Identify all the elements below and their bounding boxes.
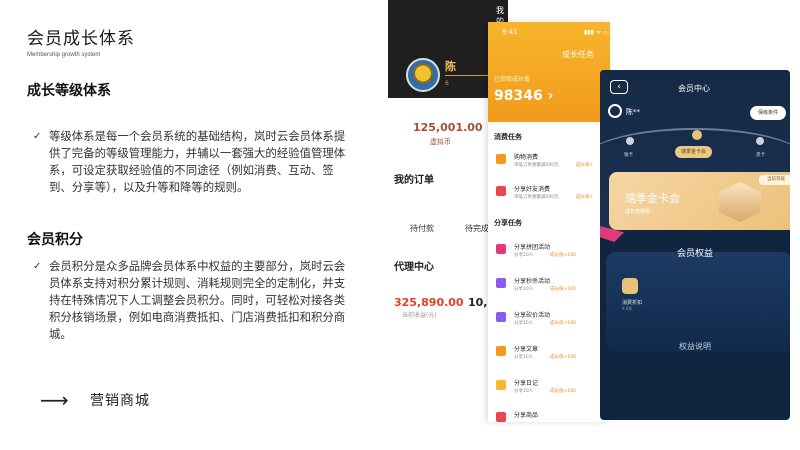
bag-icon	[496, 154, 506, 164]
growth-points[interactable]: 98346 ›	[494, 88, 553, 104]
task-desc: 单笔订单金额满500元	[514, 163, 559, 168]
section-heading-points: 会员积分	[27, 232, 83, 248]
level-node	[756, 137, 764, 145]
level-label: 黑卡	[756, 153, 765, 158]
task-item[interactable]: 分享砍价活动 分享10人 成长值+100	[494, 308, 610, 336]
tab-to-complete[interactable]: 待完成	[465, 223, 489, 234]
user-level: 6	[445, 80, 449, 87]
member-center-header: ‹ 会员中心 陈** 保级条件 银卡 瑞季金卡会 黑卡 瑞季金卡会 成长值规则 …	[600, 70, 790, 230]
avatar[interactable]	[406, 58, 440, 92]
gift-icon	[496, 186, 506, 196]
task-reward: 成长值+	[576, 163, 594, 168]
membership-card[interactable]: 瑞季金卡会 成长值规则 › 当前等级	[609, 172, 790, 230]
task-item[interactable]: 分享秒杀活动 分享10人 成长值+100	[494, 274, 610, 302]
member-center-title: 会员中心	[678, 84, 710, 93]
task-reward: 成长值+100	[550, 321, 576, 326]
tasks-title: 成长任务	[562, 50, 594, 59]
task-item[interactable]: 分享日记 分享10人 成长值+100	[494, 376, 610, 404]
user-name: 陈	[445, 60, 456, 73]
task-item[interactable]: 分享拼团活动 分享10人 成长值+100	[494, 240, 610, 268]
earned-label: 已获取成长值	[494, 76, 531, 83]
level-badge-icon	[719, 182, 761, 222]
rights-explain-link[interactable]: 权益说明	[600, 341, 790, 352]
current-level-badge: 瑞季金卡会	[675, 146, 713, 158]
task-name: 购物消费	[514, 154, 539, 161]
tasks-header: 9:41 ▮▮▮ ᯤ ▭ 成长任务 已获取成长值 98346 ›	[488, 22, 610, 122]
page-title: 会员成长体系	[27, 29, 135, 49]
task-desc: 分享10人	[514, 287, 534, 292]
task-item[interactable]: 分享好友消费 单笔订单金额满500元 成长值+	[494, 182, 610, 210]
task-desc: 分享10人	[514, 389, 534, 394]
status-signal-icon: ▮▮▮ ᯤ ▭	[584, 29, 609, 36]
task-name: 分享日记	[514, 380, 539, 387]
keep-level-conditions-button[interactable]: 保级条件	[750, 106, 786, 120]
user-name: 陈**	[626, 108, 640, 116]
phone-tasks-screen: 9:41 ▮▮▮ ᯤ ▭ 成长任务 已获取成长值 98346 › 消费任务 购物…	[488, 22, 610, 422]
level-label: 银卡	[624, 153, 633, 158]
arrow-right-icon: ⟶	[40, 388, 69, 412]
card-rules-link[interactable]: 成长值规则 ›	[625, 208, 654, 215]
task-name: 分享文章	[514, 346, 539, 353]
task-desc: 分享10人	[514, 321, 534, 326]
marketing-mall-label: 营销商城	[90, 393, 150, 409]
orders-title: 我的订单	[394, 175, 434, 186]
task-desc: 单笔订单金额满500元	[514, 195, 559, 200]
member-rights-title: 会员权益	[676, 249, 713, 259]
task-reward: 成长值+	[576, 195, 594, 200]
level-node	[626, 137, 634, 145]
lightning-icon	[496, 278, 506, 288]
product-icon	[496, 412, 506, 422]
task-item[interactable]: 分享文章 分享10人 成长值+100	[494, 342, 610, 370]
card-name: 瑞季金卡会	[625, 192, 680, 205]
marketing-mall-link[interactable]: ⟶ 营销商城	[40, 388, 150, 412]
discount-icon[interactable]	[622, 278, 638, 294]
task-reward: 成长值+100	[550, 355, 576, 360]
page-subtitle: Membership growth system	[27, 52, 101, 58]
task-name: 分享砍价活动	[514, 312, 551, 319]
diary-icon	[496, 380, 506, 390]
task-name: 分享秒杀活动	[514, 278, 551, 285]
coin-label: 虚拟币	[430, 138, 451, 146]
task-desc: 分享10人	[514, 253, 534, 258]
puzzle-icon	[496, 244, 506, 254]
article-icon	[496, 346, 506, 356]
level-node-current	[692, 130, 702, 140]
bullet-text-growth: 等级体系是每一个会员系统的基础结构，岚时云会员体系提供了完备的等级管理能力，并辅…	[49, 129, 346, 194]
agent-center-title: 代理中心	[394, 262, 434, 273]
coin-value: 125,001.00	[413, 121, 483, 134]
task-reward: 成长值+100	[550, 287, 576, 292]
bullet-points: ✓ 会员积分是众多品牌会员体系中权益的主要部分，岚时云会员体系支持对积分累计规则…	[33, 258, 351, 343]
check-icon: ✓	[33, 131, 42, 142]
task-name: 分享拼团活动	[514, 244, 551, 251]
share-tasks-title: 分享任务	[494, 219, 522, 227]
task-item[interactable]: 分享商品	[494, 408, 610, 422]
bullet-text-points: 会员积分是众多品牌会员体系中权益的主要部分，岚时云会员体系支持对积分累计规则、消…	[49, 259, 346, 341]
earnings-label: 当前收益(元)	[402, 312, 437, 319]
phone-member-center-screen: ‹ 会员中心 陈** 保级条件 银卡 瑞季金卡会 黑卡 瑞季金卡会 成长值规则 …	[600, 70, 790, 420]
level-progress-line	[445, 75, 489, 76]
task-name: 分享商品	[514, 412, 539, 419]
task-item[interactable]: 购物消费 单笔订单金额满500元 成长值+	[494, 150, 610, 178]
consume-tasks-title: 消费任务	[494, 133, 522, 141]
right-label: 消费折扣	[622, 300, 643, 306]
avatar[interactable]	[608, 104, 622, 118]
right-sub: 9.0折	[622, 306, 633, 311]
earnings-amount: 325,890.00	[394, 296, 464, 309]
current-level-tag: 当前等级	[759, 175, 790, 185]
task-reward: 成长值+100	[550, 389, 576, 394]
task-desc: 分享10人	[514, 355, 534, 360]
tab-pending-payment[interactable]: 待付款	[410, 223, 434, 234]
task-name: 分享好友消费	[514, 186, 551, 193]
check-icon: ✓	[33, 261, 42, 272]
status-time: 9:41	[502, 28, 518, 36]
back-icon[interactable]: ‹	[610, 80, 628, 94]
bullet-growth: ✓ 等级体系是每一个会员系统的基础结构，岚时云会员体系提供了完备的等级管理能力，…	[33, 128, 351, 196]
section-heading-growth: 成长等级体系	[27, 83, 111, 99]
tag-icon	[496, 312, 506, 322]
task-reward: 成长值+100	[550, 253, 576, 258]
